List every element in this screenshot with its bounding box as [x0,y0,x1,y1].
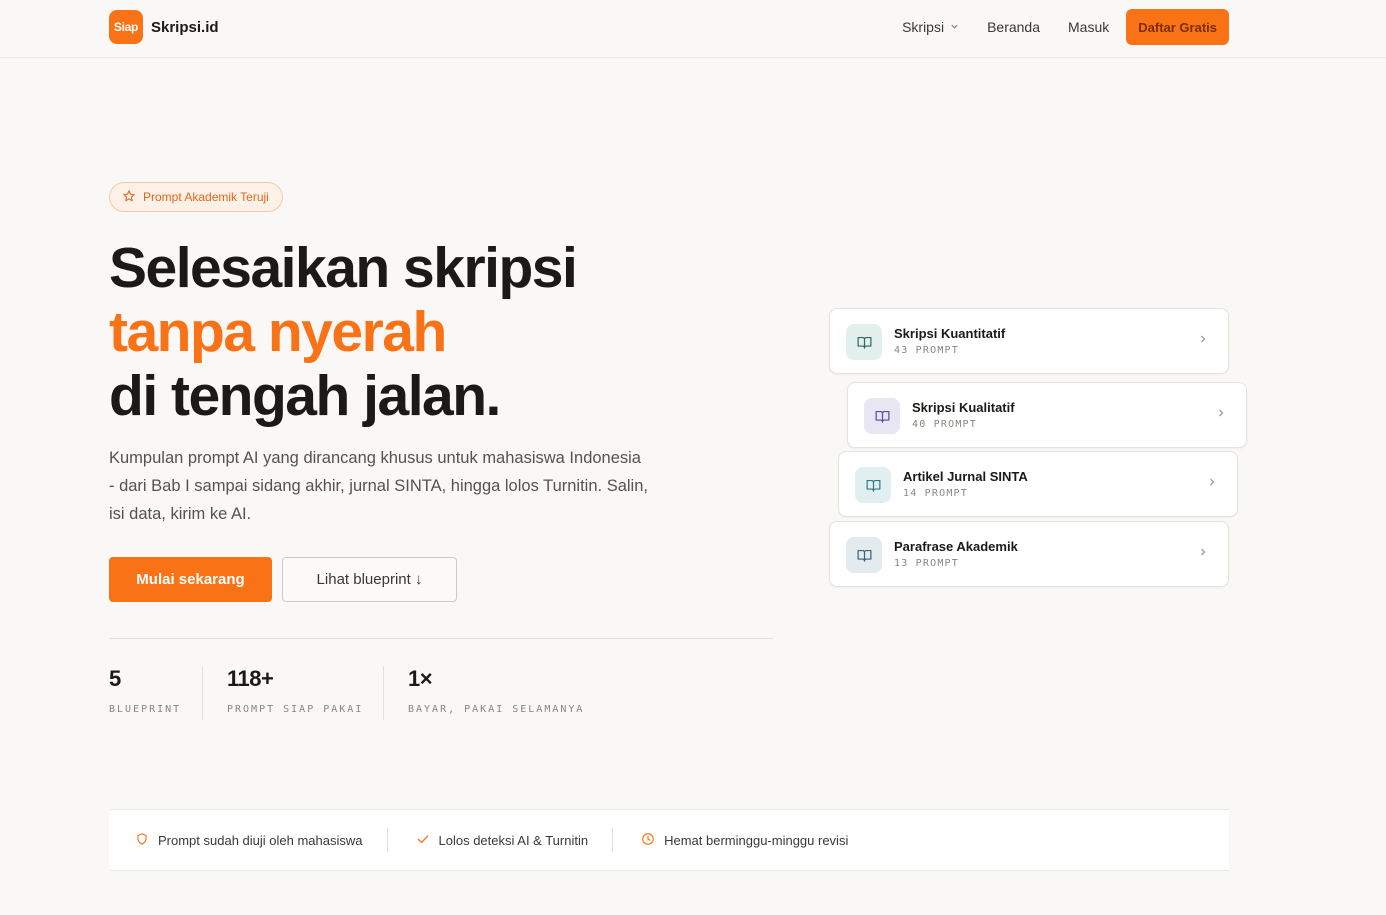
hero-badge-label: Prompt Akademik Teruji [143,190,269,204]
chevron-right-icon [1207,474,1217,490]
nav-item-label: Skripsi [902,19,945,35]
hero-title-accent: tanpa nyerah [109,300,447,364]
chevron-right-icon [1216,405,1226,421]
nav-item-masuk[interactable]: Masuk [1068,19,1109,35]
stat-blueprint: 5 BLUEPRINT [109,666,202,720]
trust-item-label: Lolos deteksi AI & Turnitin [438,832,589,848]
stat-label: BAYAR, PAKAI SELAMANYA [408,704,585,715]
chevron-right-icon [1198,544,1208,560]
hero-badge: Prompt Akademik Teruji [109,182,283,212]
star-icon [122,189,136,206]
trust-divider [386,828,388,852]
card-count: 14 PROMPT [903,488,968,499]
check-icon [416,832,430,849]
blueprint-card-parafrase[interactable]: Parafrase Akademik 13 PROMPT [829,521,1229,587]
card-title: Artikel Jurnal SINTA [903,469,1028,484]
view-blueprint-button[interactable]: Lihat blueprint ↓ [282,557,457,602]
trust-item-turnitin: Lolos deteksi AI & Turnitin [416,832,589,849]
card-title: Parafrase Akademik [894,539,1018,554]
chevron-right-icon [1198,331,1208,347]
hero-description: Kumpulan prompt AI yang dirancang khusus… [109,449,648,523]
nav-item-label: Masuk [1068,19,1110,35]
stat-value: 5 [109,666,121,691]
clock-icon [641,832,655,849]
trust-item-label: Hemat berminggu-minggu revisi [664,832,849,848]
book-open-icon [855,467,891,503]
blueprint-card-kualitatif[interactable]: Skripsi Kualitatif 40 PROMPT [847,382,1247,448]
start-button[interactable]: Mulai sekarang [109,557,272,602]
book-open-icon [846,324,882,360]
blueprint-card-kuantitatif[interactable]: Skripsi Kuantitatif 43 PROMPT [829,308,1229,374]
trust-divider [612,828,614,852]
nav-item-beranda[interactable]: Beranda [987,19,1040,35]
stat-value: 118+ [227,666,274,691]
card-title: Skripsi Kuantitatif [894,326,1006,341]
signup-button[interactable]: Daftar Gratis [1126,9,1229,45]
stats-row: 5 BLUEPRINT 118+ PROMPT SIAP PAKAI 1× BA… [109,666,604,720]
trust-item-label: Prompt sudah diuji oleh mahasiswa [158,832,363,848]
nav-item-label: Beranda [987,19,1041,35]
card-count: 43 PROMPT [894,345,959,356]
trust-item-time-saving: Hemat berminggu-minggu revisi [641,832,848,849]
card-count: 40 PROMPT [912,419,977,430]
main-nav: Skripsi Beranda Masuk Daftar Gratis [902,9,1229,45]
logo-badge: Siap [109,10,143,44]
logo[interactable]: Siap Skripsi.id [109,10,219,44]
site-header: Siap Skripsi.id Skripsi Beranda Masuk Da… [0,0,1386,58]
stat-value: 1× [408,666,433,691]
blueprint-card-jurnal-sinta[interactable]: Artikel Jurnal SINTA 14 PROMPT [838,451,1238,517]
trust-bar: Prompt sudah diuji oleh mahasiswa Lolos … [109,809,1229,871]
book-open-icon [864,398,900,434]
hero-title: Selesaikan skripsi tanpa nyerah di tenga… [109,236,578,428]
stat-prompt: 118+ PROMPT SIAP PAKAI [203,666,383,720]
card-count: 13 PROMPT [894,558,959,569]
nav-item-skripsi[interactable]: Skripsi [902,19,959,35]
book-open-icon [846,537,882,573]
stat-label: BLUEPRINT [109,704,182,715]
stat-label: PROMPT SIAP PAKAI [227,704,364,715]
stat-payment: 1× BAYAR, PAKAI SELAMANYA [384,666,604,720]
hero-title-line3: di tengah jalan. [109,364,501,428]
trust-item-tested: Prompt sudah diuji oleh mahasiswa [135,832,363,849]
divider [109,638,773,639]
logo-text: Skripsi.id [151,18,219,36]
chevron-down-icon [950,22,959,33]
shield-icon [135,832,149,849]
hero-title-line1: Selesaikan skripsi [109,236,578,300]
card-title: Skripsi Kualitatif [912,400,1015,415]
